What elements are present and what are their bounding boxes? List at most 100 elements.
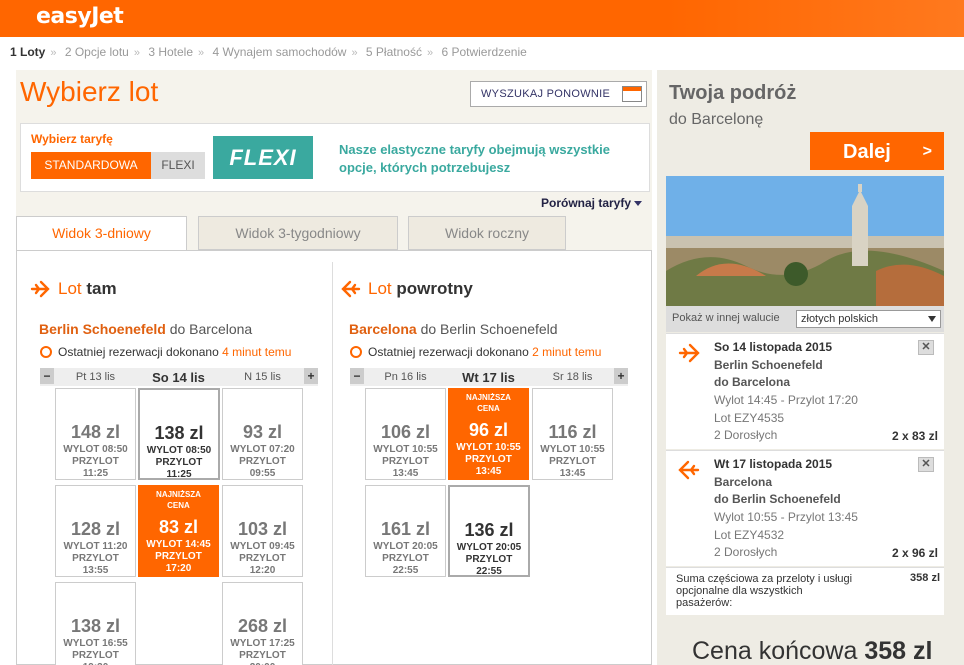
trip-return: Wt 17 listopada 2015 Barcelona do Berlin …: [666, 450, 944, 566]
flight-option[interactable]: 148 zl WYLOT 08:50 PRZYLOT 11:25: [55, 388, 136, 480]
flight-price: 136 zl: [464, 520, 514, 540]
flight-times: WYLOT 07:20 PRZYLOT 09:55: [230, 444, 295, 479]
next-label: Dalej: [843, 141, 891, 163]
subtotal-label: Suma częściowa za przeloty i usługi opcj…: [676, 573, 853, 609]
top-bar-decoration: [664, 0, 964, 37]
chevron-down-icon: [928, 316, 936, 322]
subtotal-price: 358 zl: [910, 572, 940, 584]
trip-time: Wylot 14:45 - Przylot 17:20: [714, 393, 858, 407]
trip-route: Barcelona do Berlin Schoenefeld: [714, 475, 841, 506]
fare-description: Nasze elastyczne taryfy obejmują wszystk…: [339, 142, 610, 175]
return-next-day-icon[interactable]: +: [614, 368, 628, 384]
return-day-0[interactable]: Pn 16 lis: [365, 371, 446, 383]
outbound-day-2[interactable]: N 15 lis: [222, 371, 303, 383]
page-title: Wybierz lot: [20, 76, 159, 107]
top-bar: easyJet: [0, 0, 964, 37]
flight-price: 116 zl: [548, 422, 597, 442]
flight-price: 138 zl: [154, 423, 204, 443]
flight-option[interactable]: 268 zlWYLOT 17:25PRZYLOT20:00: [222, 582, 303, 665]
flight-times: WYLOT 20:05 PRZYLOT 22:55: [456, 542, 522, 577]
page: easyJet 1 Loty » 2 Opcje lotu » 3 Hotele » …: [0, 0, 964, 665]
plane-return-icon: [678, 460, 700, 480]
step-payment[interactable]: 5 Płatność: [366, 45, 422, 59]
booking-steps: 1 Loty » 2 Opcje lotu » 3 Hotele » 4 Wynaje…: [10, 45, 527, 59]
remove-icon[interactable]: ✕: [918, 457, 934, 472]
tab-3-week[interactable]: Widok 3-tygodniowy: [198, 216, 398, 250]
step-hotels[interactable]: 3 Hotele: [148, 45, 193, 59]
step-car-rental[interactable]: 4 Wynajem samochodów: [213, 45, 347, 59]
chevron-right-icon: >: [922, 143, 932, 160]
trip-passengers: 2 Dorosłych: [714, 545, 778, 559]
fare-flexi-button[interactable]: FLEXI: [151, 152, 205, 179]
flight-option[interactable]: 116 zl WYLOT 10:55 PRZYLOT 13:45: [532, 388, 613, 480]
flight-option[interactable]: NAJNIŻSZA CENA 96 zl WYLOT 10:55 PRZYLOT 13:…: [448, 388, 529, 480]
outbound-prev-day-icon[interactable]: −: [40, 368, 54, 384]
compare-fares-link[interactable]: Porównaj taryfy: [541, 196, 643, 210]
trip-date: Wt 17 listopada 2015: [714, 457, 833, 471]
trip-price: 2 x 96 zl: [891, 546, 938, 560]
plane-outbound-icon: [30, 280, 50, 298]
trip-outbound: So 14 listopada 2015 Berlin Schoenefeld d…: [666, 333, 944, 449]
fare-standard-button[interactable]: STANDARDOWA: [31, 152, 151, 179]
column-divider: [332, 262, 333, 665]
flight-times: WYLOT 10:55 PRZYLOT 13:45: [456, 442, 521, 477]
clock-icon: [350, 346, 362, 358]
outbound-next-day-icon[interactable]: +: [304, 368, 318, 384]
step-confirmation[interactable]: 6 Potwierdzenie: [441, 45, 526, 59]
clock-icon: [40, 346, 52, 358]
outbound-recent-booking: Ostatniej rezerwacji dokonano 4 minut te…: [58, 345, 292, 359]
flight-price: 268 zl: [237, 616, 288, 636]
flight-price: 103 zl: [237, 519, 288, 539]
flight-option[interactable]: 93 zl WYLOT 07:20 PRZYLOT 09:55: [222, 388, 303, 480]
search-again-label: WYSZUKAJ PONOWNIE: [481, 88, 611, 100]
return-day-2[interactable]: Sr 18 lis: [532, 371, 613, 383]
fare-selector: Wybierz taryfę STANDARDOWA FLEXI FLEXI N…: [20, 123, 650, 192]
flight-option[interactable]: NAJNIŻSZA CENA 83 zl WYLOT 14:45 PRZYLOT 17:…: [138, 485, 219, 577]
calendar-icon: [622, 86, 642, 102]
flight-times: WYLOT 08:50 PRZYLOT 11:25: [63, 444, 128, 479]
currency-select[interactable]: złotych polskich: [796, 310, 941, 328]
flight-times: WYLOT 09:45 PRZYLOT 12:20: [230, 541, 295, 576]
flexi-logo: FLEXI: [213, 136, 313, 179]
flight-option[interactable]: 103 zl WYLOT 09:45 PRZYLOT 12:20: [222, 485, 303, 577]
flight-option[interactable]: 128 zl WYLOT 11:20 PRZYLOT 13:55: [55, 485, 136, 577]
flight-price: 128 zl: [70, 519, 121, 539]
flight-option[interactable]: 138 zl WYLOT 08:50 PRZYLOT 11:25: [138, 388, 220, 480]
flight-price: 161 zl: [380, 519, 431, 539]
flight-option[interactable]: 138 zlWYLOT 16:55PRZYLOT19:30: [55, 582, 136, 665]
trip-date: So 14 listopada 2015: [714, 340, 833, 354]
return-prev-day-icon[interactable]: −: [350, 368, 364, 384]
currency-label: Pokaż w innej walucie: [672, 312, 780, 324]
flight-times: WYLOT 14:45 PRZYLOT 17:20: [146, 539, 211, 574]
flight-price: 96 zl: [468, 420, 509, 440]
tab-3-day[interactable]: Widok 3-dniowy: [16, 216, 187, 251]
fare-label: Wybierz taryfę: [31, 132, 113, 146]
flight-option[interactable]: 136 zl WYLOT 20:05 PRZYLOT 22:55: [448, 485, 530, 577]
outbound-route: Berlin Schoenefeld do Barcelona: [39, 321, 253, 337]
trip-flight-number: Lot EZY4535: [714, 411, 785, 425]
outbound-day-0[interactable]: Pt 13 lis: [55, 371, 136, 383]
return-route: Barcelona do Berlin Schoenefeld: [349, 321, 558, 337]
outbound-day-1[interactable]: So 14 lis: [138, 370, 219, 385]
trip-time: Wylot 10:55 - Przylot 13:45: [714, 510, 858, 524]
flight-option[interactable]: 161 zl WYLOT 20:05 PRZYLOT 22:55: [365, 485, 446, 577]
easyjet-logo[interactable]: easyJet: [36, 4, 124, 29]
trip-title: Twoja podróż: [669, 82, 797, 104]
next-button[interactable]: Dalej >: [810, 132, 944, 170]
flight-price: 148 zl: [70, 422, 121, 442]
return-day-1[interactable]: Wt 17 lis: [448, 370, 529, 385]
tab-yearly[interactable]: Widok roczny: [408, 216, 566, 250]
plane-outbound-icon: [678, 343, 700, 363]
search-again-button[interactable]: WYSZUKAJ PONOWNIE: [470, 81, 647, 107]
flight-option[interactable]: 106 zl WYLOT 10:55 PRZYLOT 13:45: [365, 388, 446, 480]
step-flight-options[interactable]: 2 Opcje lotu: [65, 45, 129, 59]
step-flights[interactable]: 1 Loty: [10, 45, 45, 59]
flight-times: WYLOT 08:50 PRZYLOT 11:25: [146, 445, 212, 480]
plane-return-icon: [341, 280, 361, 298]
remove-icon[interactable]: ✕: [918, 340, 934, 355]
trip-subtitle: do Barcelonę: [669, 111, 764, 128]
final-price: Cena końcowa 358 zl: [692, 637, 933, 665]
flight-times: WYLOT 20:05 PRZYLOT 22:55: [373, 541, 438, 576]
step-separator-icon: »: [133, 47, 140, 59]
flight-times: WYLOT 10:55 PRZYLOT 13:45: [373, 444, 438, 479]
